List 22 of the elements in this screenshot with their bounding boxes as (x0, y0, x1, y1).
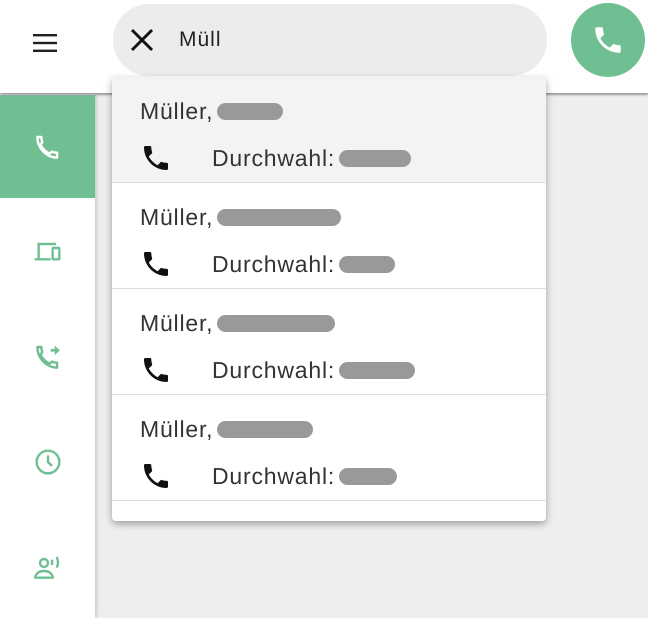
result-item[interactable]: Müller, Durchwahl: (112, 395, 546, 501)
redaction-mark (339, 468, 398, 484)
extension-label: Durchwahl: (212, 462, 336, 490)
menu-icon[interactable] (33, 34, 57, 52)
search-field[interactable]: Müll (113, 4, 547, 76)
contact-name: Müller, (140, 98, 214, 124)
contact-name: Müller, (140, 416, 214, 442)
search-input[interactable]: Müll (179, 28, 479, 52)
redaction-mark (217, 102, 284, 120)
extension-label: Durchwahl: (212, 144, 336, 172)
close-icon[interactable] (129, 26, 155, 52)
result-item[interactable]: Müller, Durchwahl: (112, 183, 546, 289)
result-item[interactable]: Müller, Durchwahl: (112, 77, 546, 183)
nav-item[interactable] (0, 200, 95, 303)
nav-item[interactable] (0, 95, 95, 198)
result-item[interactable]: Müller, Durchwahl: (112, 289, 546, 395)
redaction-mark (339, 256, 396, 272)
contact-name: Müller, (140, 204, 214, 230)
extension-label: Durchwahl: (212, 250, 336, 278)
nav-item[interactable] (0, 515, 95, 618)
extension-label: Durchwahl: (212, 356, 336, 384)
contact-name: Müller, (140, 310, 214, 336)
